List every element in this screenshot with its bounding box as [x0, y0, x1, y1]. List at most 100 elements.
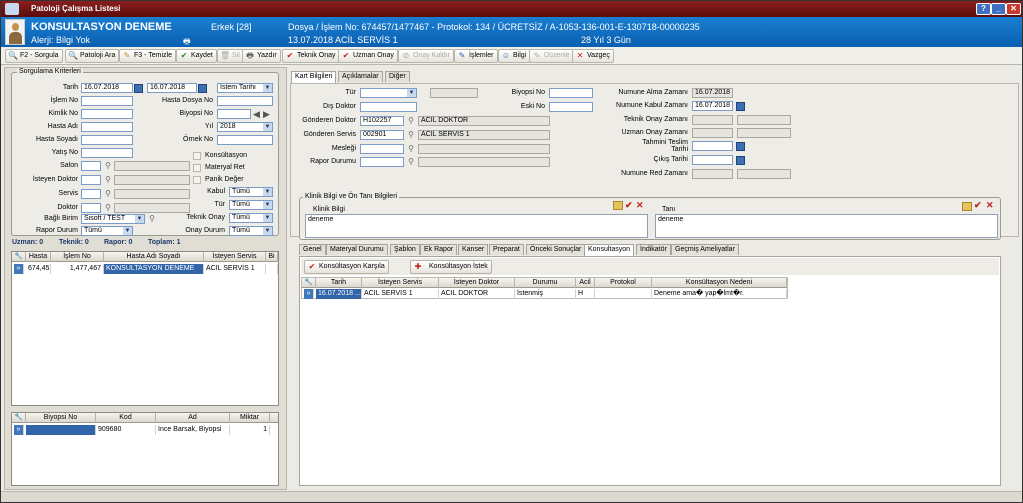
delete-button[interactable]: 🗑 Sil [217, 49, 244, 63]
clear-button[interactable]: ✎ F3 - Temizle [119, 49, 176, 63]
help-icon[interactable]: ? [976, 3, 991, 15]
minimize-icon[interactable]: _ [991, 3, 1006, 15]
col-header[interactable]: Hasta Adı Soyadı [104, 252, 204, 262]
meslegi-input[interactable] [360, 144, 404, 154]
tab-diger[interactable]: Diğer [385, 71, 410, 82]
doktor-code-input[interactable] [81, 203, 101, 213]
tab-kart-bilgileri[interactable]: Kart Bilgileri [291, 71, 337, 83]
tab-aciklamalar[interactable]: Açıklamalar [338, 71, 383, 82]
konsultasyon-grid[interactable]: 🔧 Tarih İsteyen Servis İsteyen Doktor Du… [301, 277, 788, 299]
panik-deger-checkbox[interactable] [193, 176, 201, 184]
konsultasyon-istek-button[interactable]: ✚ Konsültasyon İstek [410, 260, 492, 274]
materyal-ret-checkbox[interactable] [193, 164, 201, 172]
yil-select[interactable]: 2018 ▼ [217, 122, 273, 132]
tab-konsultasyon[interactable]: Konsultasyon [584, 244, 635, 256]
salon-code-input[interactable] [81, 161, 101, 171]
search-icon[interactable]: ⚲ [406, 157, 416, 167]
dis-doktor-input[interactable] [360, 102, 417, 112]
check-icon[interactable]: ✔ [974, 200, 982, 210]
konsultasyon-checkbox[interactable] [193, 152, 201, 160]
col-header[interactable]: İsteyen Servis [362, 278, 439, 288]
tani-textarea[interactable]: deneme [655, 214, 998, 238]
calendar-icon[interactable] [736, 156, 745, 165]
tab-sablon[interactable]: Şablon [390, 244, 420, 255]
date-to-input[interactable]: 16.07.2018 [147, 83, 197, 93]
kabul-select[interactable]: Tümü ▼ [229, 187, 273, 197]
arrow-right-icon[interactable]: ▶ [263, 109, 270, 119]
patient-grid[interactable]: 🔧 Hasta İşlem No Hasta Adı Soyadı İsteye… [11, 251, 279, 406]
close-icon[interactable]: ✕ [986, 200, 994, 210]
print-button[interactable]: 🖶 Yazdır [242, 49, 281, 63]
kimlik-no-input[interactable] [81, 109, 133, 119]
col-header[interactable]: İşlem No [51, 252, 104, 262]
col-header[interactable]: Protokol [595, 278, 652, 288]
onay-durum-select[interactable]: Tümü ▼ [229, 226, 273, 236]
bagli-birim-select[interactable]: Sisoft / TEST ▼ [81, 214, 145, 224]
query-button[interactable]: 🔍 F2 - Sorgula [5, 49, 63, 63]
wrench-icon[interactable]: 🔧 [12, 252, 26, 262]
hasta-adi-input[interactable] [81, 122, 133, 132]
folder-icon[interactable] [962, 202, 972, 211]
servis-code-input[interactable] [81, 189, 101, 199]
search-icon[interactable]: ⚲ [406, 130, 416, 140]
search-icon[interactable]: ⚲ [406, 116, 416, 126]
date-from-input[interactable]: 16.07.2018 [81, 83, 133, 93]
tab-gecmis-ameliyatlar[interactable]: Geçmiş Ameliyatlar [671, 244, 739, 255]
eski-no-input[interactable] [549, 102, 593, 112]
rapor-durumu-input[interactable] [360, 157, 404, 167]
search-icon[interactable]: ⚲ [103, 161, 113, 171]
close-icon[interactable]: ✕ [636, 200, 644, 210]
tur-select[interactable]: ▼ [360, 88, 417, 98]
operations-button[interactable]: ✎ İşlemler [454, 49, 498, 63]
cancel-button[interactable]: ✕ Vazgeç [572, 49, 614, 63]
col-header[interactable]: Hasta [26, 252, 51, 262]
hasta-dosya-no-input[interactable] [217, 96, 273, 106]
col-header[interactable]: Durumu [515, 278, 576, 288]
col-header[interactable]: Acil [576, 278, 595, 288]
islem-no-input[interactable] [81, 96, 133, 106]
tab-preparat[interactable]: Preparat [489, 244, 524, 255]
info-button[interactable]: ☺ Bilgi [498, 49, 531, 63]
yatis-no-input[interactable] [81, 148, 133, 158]
tur-select[interactable]: Tümü ▼ [229, 200, 273, 210]
tab-genel[interactable]: Genel [299, 244, 326, 255]
calendar-icon[interactable] [736, 142, 745, 151]
expert-approve-button[interactable]: ✔ Uzman Onay [338, 49, 398, 63]
calendar-icon[interactable] [736, 102, 745, 111]
table-row[interactable]: » 16.07.2018 ... ACİL SERVİS 1 ACİL DOKT… [302, 289, 787, 299]
biopsy-grid[interactable]: 🔧 Biyopsi No Kod Ad Miktar » 909680 İnce… [11, 412, 279, 486]
konsultasyon-karsila-button[interactable]: ✔ Konsültasyon Karşıla [304, 260, 389, 274]
pathology-search-button[interactable]: 🔍 Patoloji Ara [65, 49, 120, 63]
cikis-tarihi-input[interactable] [692, 155, 733, 165]
tab-ek-rapor[interactable]: Ek Rapor [420, 244, 458, 255]
rapor-durum-select[interactable]: Tümü ▼ [81, 226, 133, 236]
teknik-onay-select[interactable]: Tümü ▼ [229, 213, 273, 223]
table-row[interactable]: » 674,457 1,477,467 KONSULTASYON DENEME … [12, 264, 278, 274]
technical-approve-button[interactable]: ✔ Teknik Onay [282, 49, 340, 63]
search-icon[interactable]: ⚲ [103, 189, 113, 199]
col-header[interactable]: Bi [266, 252, 278, 262]
numune-kabul-input[interactable]: 16.07.2018 [692, 101, 733, 111]
save-button[interactable]: ✔ Kaydet [176, 49, 217, 63]
remove-approval-button[interactable]: ⊘ Onay Kaldır [398, 49, 454, 63]
edit-button[interactable]: ✎ Düzenle [529, 49, 574, 63]
tab-kanser[interactable]: Kanser [458, 244, 489, 255]
folder-icon[interactable] [613, 201, 623, 210]
search-icon[interactable]: ⚲ [406, 144, 416, 154]
col-header[interactable]: İsteyen Servis [204, 252, 266, 262]
check-icon[interactable]: ✔ [625, 200, 633, 210]
biyopsi-no-input[interactable] [549, 88, 593, 98]
close-icon[interactable]: ✕ [1006, 3, 1021, 15]
col-header[interactable]: Kod [96, 413, 156, 423]
tab-indikator[interactable]: İndikatör [636, 244, 671, 255]
date-type-select[interactable]: İstem Tarihi ▼ [217, 83, 273, 93]
col-header[interactable]: Konsültasyon Nedeni [652, 278, 787, 288]
col-header[interactable]: Miktar [230, 413, 270, 423]
tahmini-teslim-input[interactable] [692, 141, 733, 151]
tab-onceki-sonuclar[interactable]: Önceki Sonuçlar [526, 244, 586, 255]
col-header[interactable]: Ad [156, 413, 230, 423]
col-header[interactable]: İsteyen Doktor [439, 278, 515, 288]
wrench-icon[interactable]: 🔧 [12, 413, 26, 423]
calendar-icon[interactable] [134, 84, 143, 93]
biyopsi-no-input[interactable] [217, 109, 251, 119]
